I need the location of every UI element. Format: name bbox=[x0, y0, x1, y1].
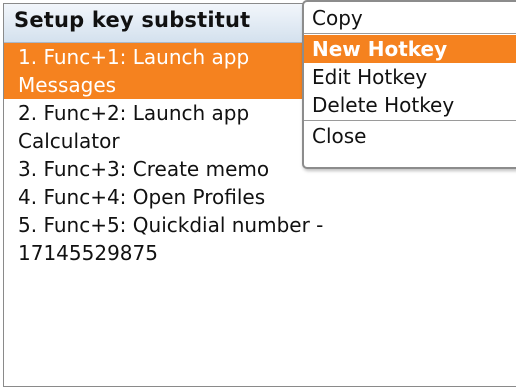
menu-item-edit-hotkey[interactable]: Edit Hotkey bbox=[304, 63, 516, 91]
page-title: Setup key substitut bbox=[14, 8, 251, 32]
list-item-4[interactable]: 4. Func+4: Open Profiles bbox=[4, 183, 516, 211]
list-item-line: 17145529875 bbox=[18, 241, 158, 265]
menu-divider bbox=[304, 120, 516, 121]
menu-item-delete-hotkey[interactable]: Delete Hotkey bbox=[304, 91, 516, 119]
menu-item-new-hotkey[interactable]: New Hotkey bbox=[304, 35, 516, 63]
menu-divider bbox=[304, 33, 516, 34]
menu-item-copy[interactable]: Copy bbox=[304, 2, 516, 32]
menu-item-close[interactable]: Close bbox=[304, 122, 516, 150]
list-item-line: 4. Func+4: Open Profiles bbox=[18, 185, 266, 209]
context-menu: Copy New Hotkey Edit Hotkey Delete Hotke… bbox=[302, 0, 516, 169]
list-item-5[interactable]: 5. Func+5: Quickdial number - 1714552987… bbox=[4, 211, 516, 267]
list-item-line: 5. Func+5: Quickdial number - bbox=[18, 213, 324, 237]
